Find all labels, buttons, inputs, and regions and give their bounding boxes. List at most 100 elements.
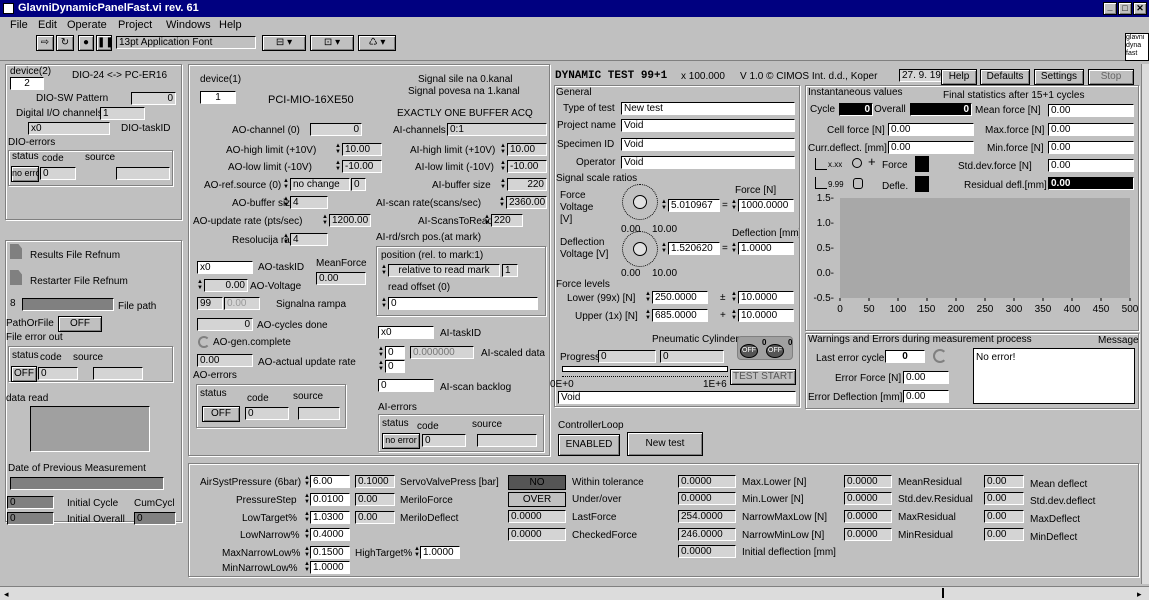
file-path-field[interactable] xyxy=(22,298,114,311)
ai-high-field[interactable]: 10.00 xyxy=(507,143,547,156)
ramp-a-field[interactable]: 99 xyxy=(197,297,223,310)
std-force-field[interactable]: 0.00 xyxy=(1048,159,1134,172)
ai-scaled-spinner-a[interactable]: ▲ ▼ xyxy=(378,346,384,359)
nminl-field[interactable]: 246.0000 xyxy=(678,528,736,541)
ai-scaled-field[interactable]: 0.000000 xyxy=(410,346,474,359)
dio-pattern-field[interactable]: 0 xyxy=(131,92,176,105)
ai-code-field[interactable]: 0 xyxy=(422,434,466,447)
ai-low-spinner[interactable]: ▲ ▼ xyxy=(500,160,506,173)
specimen-field[interactable]: Void xyxy=(621,138,795,151)
dio-status-button[interactable]: no error xyxy=(11,166,39,182)
lowtarget-field[interactable]: 1.0300 xyxy=(310,511,350,524)
stop-button[interactable]: Stop xyxy=(1088,69,1134,85)
ai-rate-spinner[interactable]: ▲ ▼ xyxy=(499,196,505,209)
ao-high-field[interactable]: 10.00 xyxy=(342,143,382,156)
position-spinner[interactable]: ▲ ▼ xyxy=(381,264,387,277)
lower-tol-spinner[interactable]: ▲ ▼ xyxy=(731,291,737,304)
ao-low-spinner[interactable]: ▲ ▼ xyxy=(335,160,341,173)
initial-overall-field[interactable]: 0 xyxy=(7,512,54,525)
lower-field[interactable]: 250.0000 xyxy=(652,291,708,304)
ao-status-button[interactable]: OFF xyxy=(202,406,240,422)
help-button[interactable]: Help xyxy=(941,69,977,85)
daq-device-field[interactable]: 1 xyxy=(200,91,236,104)
pneumatic-off-1[interactable]: OFF xyxy=(740,344,758,358)
distribute-objects-button[interactable]: ⊡ ▾ xyxy=(310,35,354,51)
deflection-voltage-field[interactable]: 1.520620 xyxy=(668,242,720,255)
air-field-2[interactable]: 0.1000 xyxy=(355,475,395,488)
ai-buffer-field[interactable]: 220 xyxy=(507,178,547,191)
read-offset-field[interactable]: 0 xyxy=(388,297,538,310)
defaults-button[interactable]: Defaults xyxy=(980,69,1030,85)
lower-spinner[interactable]: ▲ ▼ xyxy=(645,291,651,304)
ao-voltage-spinner[interactable]: ▲ ▼ xyxy=(197,279,203,292)
menu-edit[interactable]: Edit xyxy=(38,19,57,31)
cell-force-field[interactable]: 0.00 xyxy=(888,123,974,136)
mind-field[interactable]: 0.00 xyxy=(984,528,1024,541)
menu-help[interactable]: Help xyxy=(219,19,242,31)
menu-windows[interactable]: Windows xyxy=(166,19,211,31)
deflection-voltage-spinner[interactable]: ▲ ▼ xyxy=(661,242,667,255)
maxd-field[interactable]: 0.00 xyxy=(984,510,1024,523)
ao-buffer-spinner[interactable]: ▲ ▼ xyxy=(283,196,289,209)
force-deflection-chart[interactable]: 1.5- 1.0- 0.5- 0.0- -0.5-0 50 100 150 200 250 300 3… xyxy=(808,192,1138,322)
abort-button[interactable]: ● xyxy=(78,35,94,51)
hightarget-field[interactable]: 1.0000 xyxy=(420,546,460,559)
project-field[interactable]: Void xyxy=(621,119,795,132)
maxres-field[interactable]: 0.0000 xyxy=(844,510,892,523)
residual-field[interactable]: 0.00 xyxy=(1048,177,1134,190)
dio-taskid-field[interactable]: x0 xyxy=(28,122,110,135)
force-voltage-field[interactable]: 5.010967 xyxy=(668,199,720,212)
meanforce-field[interactable]: 0.00 xyxy=(316,272,366,285)
force-n-spinner[interactable]: ▲ ▼ xyxy=(731,199,737,212)
position-num[interactable]: 1 xyxy=(502,264,518,277)
dio-device-field[interactable]: 2 xyxy=(10,77,44,90)
scroll-right-arrow-icon[interactable]: ▸ xyxy=(1137,589,1142,600)
test-start-button[interactable]: TEST START xyxy=(730,369,796,385)
graph-palette-scale-icon[interactable] xyxy=(815,158,827,170)
maxnarrow-field[interactable]: 0.1500 xyxy=(310,546,350,559)
run-arrow-button[interactable]: ⇨ xyxy=(36,35,54,51)
deflection-field[interactable]: 1.0000 xyxy=(738,242,794,255)
ai-high-spinner[interactable]: ▲ ▼ xyxy=(500,143,506,156)
lowtarget-field-2[interactable]: 0.00 xyxy=(355,511,395,524)
ao-voltage-field[interactable]: 0.00 xyxy=(204,279,248,292)
upper-spinner[interactable]: ▲ ▼ xyxy=(645,309,651,322)
type-field[interactable]: New test xyxy=(621,102,795,115)
ai-status-button[interactable]: no error xyxy=(382,433,420,449)
checked-field[interactable]: 0.0000 xyxy=(508,528,566,541)
initial-cycle-field[interactable]: 0 xyxy=(7,496,54,509)
menu-file[interactable]: File xyxy=(10,19,28,31)
ao-rate-field[interactable]: 1200.00 xyxy=(329,214,371,227)
error-force-field[interactable]: 0.00 xyxy=(903,371,949,384)
void-field[interactable]: Void xyxy=(558,391,796,404)
min-force-field[interactable]: 0.00 xyxy=(1048,141,1134,154)
file-code-field[interactable]: 0 xyxy=(38,367,78,380)
date-prev-field[interactable] xyxy=(10,477,164,490)
step-field[interactable]: 0.0100 xyxy=(310,493,350,506)
cursor-plus-icon[interactable]: + xyxy=(868,155,876,168)
overall-field[interactable]: 0 xyxy=(910,103,972,116)
initdef-field[interactable]: 0.0000 xyxy=(678,545,736,558)
enabled-button[interactable]: ENABLED xyxy=(558,434,620,456)
lownarrow-field[interactable]: 0.4000 xyxy=(310,528,350,541)
zoom-icon[interactable] xyxy=(852,158,862,168)
scroll-left-arrow-icon[interactable]: ◂ xyxy=(4,589,9,600)
step-field-2[interactable]: 0.00 xyxy=(355,493,395,506)
ai-channels-field[interactable]: 0:1 xyxy=(447,123,547,136)
resol-field[interactable]: 4 xyxy=(290,233,328,246)
upper-tol-spinner[interactable]: ▲ ▼ xyxy=(731,309,737,322)
new-test-button[interactable]: New test xyxy=(627,432,703,456)
read-offset-spinner[interactable]: ▲ ▼ xyxy=(381,297,387,310)
align-objects-button[interactable]: ⊟ ▾ xyxy=(262,35,306,51)
minimize-button[interactable]: _ xyxy=(1103,2,1117,15)
ao-source-field[interactable] xyxy=(298,407,340,420)
upper-tol-field[interactable]: 10.0000 xyxy=(738,309,794,322)
stdd-field[interactable]: 0.00 xyxy=(984,492,1024,505)
ao-buffer-field[interactable]: 4 xyxy=(290,196,328,209)
ramp-b-field[interactable]: 0.00 xyxy=(224,297,260,310)
upper-field[interactable]: 685.0000 xyxy=(652,309,708,322)
ai-backlog-field[interactable]: 0 xyxy=(378,379,434,392)
settings-button[interactable]: Settings xyxy=(1034,69,1084,85)
run-continuous-button[interactable]: ↻ xyxy=(56,35,74,51)
ao-high-spinner[interactable]: ▲ ▼ xyxy=(335,143,341,156)
